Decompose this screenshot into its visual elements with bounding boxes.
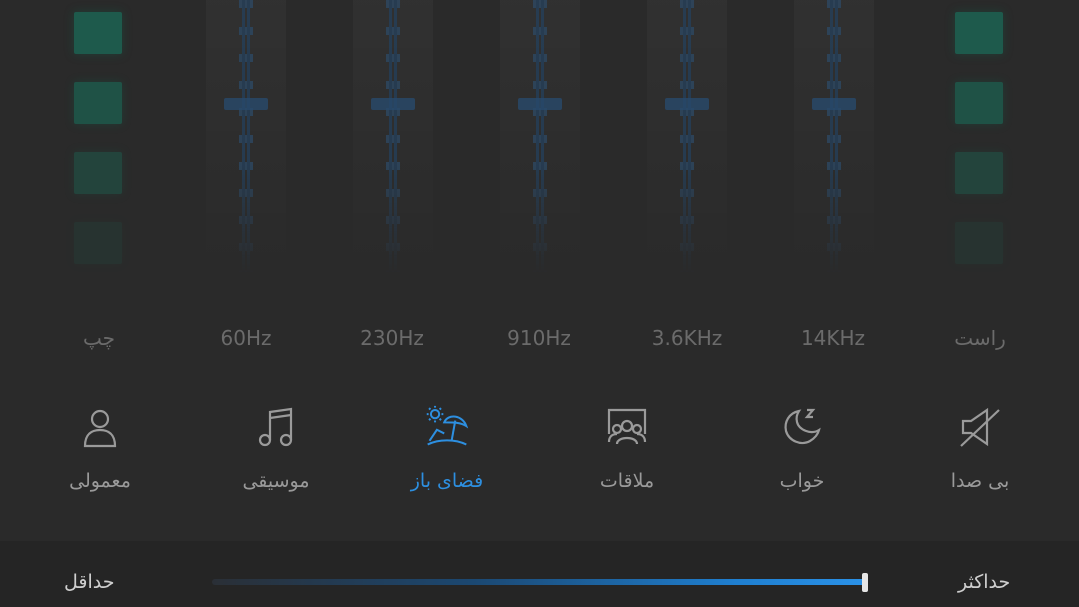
volume-slider[interactable] — [212, 579, 867, 585]
beach-umbrella-icon — [426, 405, 469, 446]
band-label-910hz: 910Hz — [507, 326, 571, 350]
volume-min-label: حداقل — [64, 571, 115, 593]
preset-label: فضای باز — [410, 470, 484, 492]
preset-meeting-button[interactable]: ملاقات — [552, 398, 702, 508]
preset-label: موسیقی — [242, 470, 310, 492]
sound-preset-bar: معمولی موسیقی فضای باز ملاقات خواب بی صد… — [0, 398, 1079, 508]
preset-music-button[interactable]: موسیقی — [201, 398, 351, 508]
band-label-14khz: 14KHz — [800, 326, 866, 350]
preset-outdoor-button[interactable]: فضای باز — [372, 398, 522, 508]
mute-speaker-icon — [960, 407, 1000, 447]
right-vu-meter — [953, 0, 1005, 280]
left-channel-label: چپ — [82, 326, 115, 350]
eq-band-knob[interactable] — [371, 98, 415, 110]
music-note-icon — [258, 407, 293, 447]
eq-band-slider-3-6khz[interactable] — [647, 0, 727, 275]
volume-max-label: حداکثر — [958, 571, 1011, 593]
eq-band-knob[interactable] — [665, 98, 709, 110]
volume-bar: حداقل حداکثر — [0, 541, 1079, 607]
eq-band-slider-14khz[interactable] — [794, 0, 874, 275]
preset-sleep-button[interactable]: خواب — [727, 398, 877, 508]
right-channel-label: راست — [954, 326, 1006, 350]
eq-band-slider-60hz[interactable] — [206, 0, 286, 275]
preset-normal-button[interactable]: معمولی — [25, 398, 175, 508]
band-label-3-6khz: 3.6KHz — [651, 326, 723, 350]
preset-label: معمولی — [69, 470, 131, 492]
eq-band-knob[interactable] — [518, 98, 562, 110]
moon-sleep-icon — [784, 408, 821, 445]
preset-mute-button[interactable]: بی صدا — [905, 398, 1055, 508]
equalizer-panel — [0, 0, 1079, 300]
preset-label: خواب — [779, 470, 825, 492]
band-label-60hz: 60Hz — [220, 326, 272, 350]
volume-slider-thumb[interactable] — [862, 573, 868, 592]
band-label-230hz: 230Hz — [360, 326, 424, 350]
preset-label: بی صدا — [950, 470, 1010, 492]
preset-label: ملاقات — [599, 470, 655, 492]
left-vu-meter — [72, 0, 124, 280]
eq-band-knob[interactable] — [224, 98, 268, 110]
eq-band-knob[interactable] — [812, 98, 856, 110]
meeting-group-icon — [607, 408, 647, 445]
eq-band-slider-230hz[interactable] — [353, 0, 433, 275]
eq-band-slider-910hz[interactable] — [500, 0, 580, 275]
person-icon — [83, 409, 117, 448]
